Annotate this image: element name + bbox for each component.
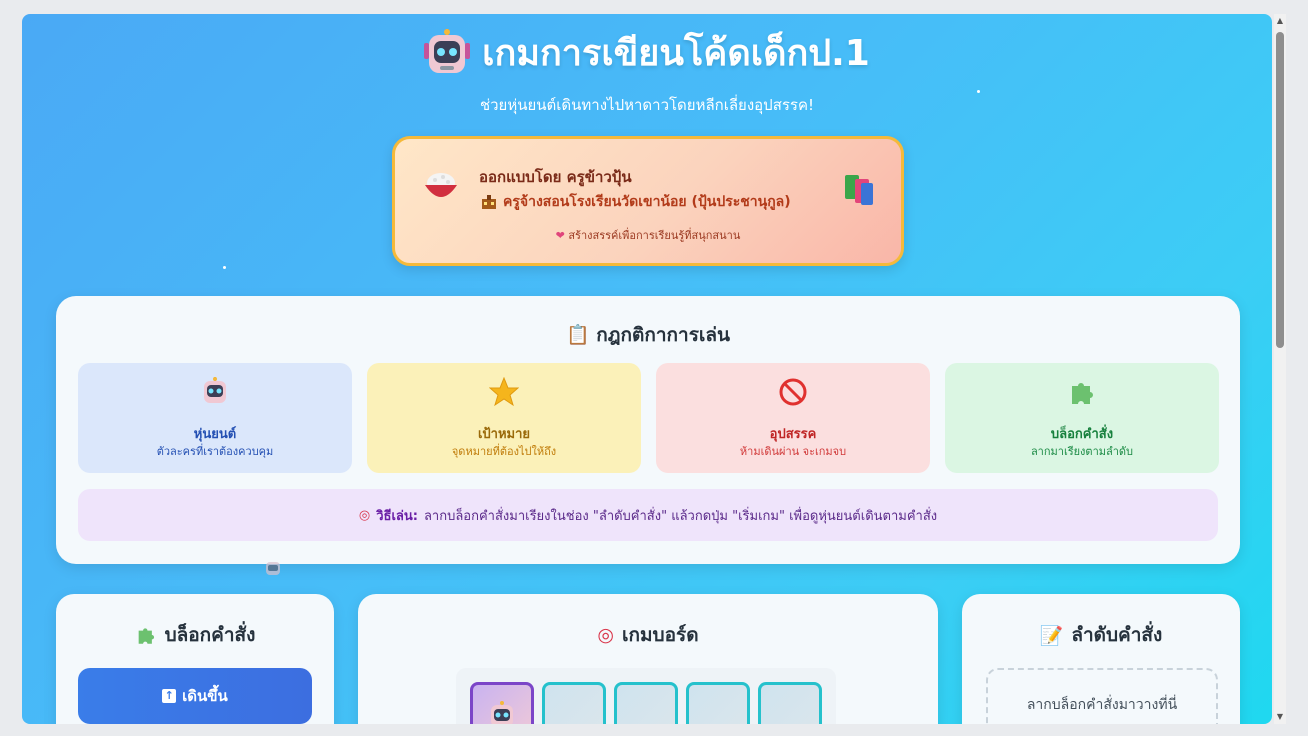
board-cell <box>542 682 606 724</box>
board-cell <box>686 682 750 724</box>
rule-name: เป้าหมาย <box>477 427 531 442</box>
blocks-panel-title-text: บล็อกคำสั่ง <box>164 624 256 646</box>
scroll-down-arrow-icon[interactable]: ▼ <box>1274 710 1286 724</box>
books-icon <box>845 175 873 205</box>
board-cell-robot <box>470 682 534 724</box>
clipboard-icon: 📋 <box>565 324 590 346</box>
tagline: ❤ สร้างสรรค์เพื่อการเรียนรู้ที่สนุกสนาน <box>395 226 901 244</box>
how-to-play: ◎ วิธีเล่น: ลากบล็อกคำสั่งมาเรียงในช่อง … <box>78 489 1218 541</box>
rule-card-blocks: บล็อกคำสั่ง ลากมาเรียงตามลำดับ <box>945 363 1219 473</box>
title-row: เกมการเขียนโค้ดเด็กป.1 <box>22 24 1272 81</box>
rule-desc: จุดหมายที่ต้องไปให้ถึง <box>451 445 557 458</box>
sequence-panel: 📝 ลำดับคำสั่ง ลากบล็อกคำสั่งมาวางที่นี่ <box>962 594 1240 724</box>
school-line: ครูจ้างสอนโรงเรียนวัดเขาน้อย (ปุ้นประชาน… <box>481 191 791 213</box>
board-panel-title-text: เกมบอร์ด <box>622 624 699 646</box>
dropzone-placeholder: ลากบล็อกคำสั่งมาวางที่นี่ <box>1026 697 1178 713</box>
heart-gift-icon: ❤ <box>555 229 565 242</box>
rule-card-goal: เป้าหมาย จุดหมายที่ต้องไปให้ถึง <box>367 363 641 473</box>
board-cell <box>614 682 678 724</box>
how-label: วิธีเล่น: <box>376 508 418 524</box>
robot-icon <box>491 701 513 724</box>
rule-card-obstacle: อุปสรรค ห้ามเดินผ่าน จะเกมจบ <box>656 363 930 473</box>
move-up-block[interactable]: ↑ เดินขึ้น <box>78 668 312 724</box>
rules-title-text: กฎกติกาการเล่น <box>596 324 731 346</box>
puzzle-icon <box>138 628 154 644</box>
credit-card: ออกแบบโดย ครูข้าวปุ้น ครูจ้างสอนโรงเรียน… <box>392 136 904 266</box>
scroll-thumb[interactable] <box>1276 32 1284 348</box>
rule-card-robot: หุ่นยนต์ ตัวละครที่เราต้องควบคุม <box>78 363 352 473</box>
board-cell <box>758 682 822 724</box>
robot-icon <box>204 377 226 403</box>
rule-desc: ตัวละครที่เราต้องควบคุม <box>156 445 274 458</box>
sequence-dropzone[interactable]: ลากบล็อกคำสั่งมาวางที่นี่ <box>986 668 1218 724</box>
rice-bowl-icon <box>425 173 457 197</box>
robot-icon <box>424 28 471 73</box>
blocks-panel: บล็อกคำสั่ง ↑ เดินขึ้น <box>56 594 334 724</box>
blocks-panel-title: บล็อกคำสั่ง <box>56 620 334 650</box>
board-panel: ◎ เกมบอร์ด <box>358 594 938 724</box>
rule-name: หุ่นยนต์ <box>193 427 237 442</box>
arrow-up-icon: ↑ <box>162 689 177 703</box>
sequence-panel-title-text: ลำดับคำสั่ง <box>1071 624 1163 646</box>
scroll-up-arrow-icon[interactable]: ▲ <box>1274 14 1286 28</box>
move-up-label: เดินขึ้น <box>182 687 228 705</box>
prohibited-icon <box>779 378 807 406</box>
target-icon: ◎ <box>358 507 371 523</box>
game-board <box>456 668 836 724</box>
rule-desc: ห้ามเดินผ่าน จะเกมจบ <box>739 445 847 458</box>
rule-desc: ลากมาเรียงตามลำดับ <box>1030 445 1134 458</box>
rule-name: อุปสรรค <box>769 427 817 442</box>
tagline-text: สร้างสรรค์เพื่อการเรียนรู้ที่สนุกสนาน <box>568 229 741 242</box>
star-icon <box>489 377 519 407</box>
sparkle <box>223 266 226 269</box>
memo-icon: 📝 <box>1039 624 1064 647</box>
rules-panel: 📋 กฎกติกาการเล่น หุ่นยนต์ ตัวละครที่เราต… <box>56 296 1240 564</box>
sequence-panel-title: 📝 ลำดับคำสั่ง <box>962 620 1240 650</box>
puzzle-icon <box>1072 383 1093 404</box>
rule-name: บล็อกคำสั่ง <box>1050 427 1114 442</box>
game-viewport: เกมการเขียนโค้ดเด็กป.1 ช่วยหุ่นยนต์เดินท… <box>22 14 1272 724</box>
rules-title: 📋 กฎกติกาการเล่น <box>56 320 1240 350</box>
how-text: ลากบล็อกคำสั่งมาเรียงในช่อง "ลำดับคำสั่ง… <box>423 508 938 524</box>
page-subtitle: ช่วยหุ่นยนต์เดินทางไปหาดาวโดยหลีกเลี่ยงอ… <box>479 96 815 114</box>
page-title: เกมการเขียนโค้ดเด็กป.1 <box>482 33 870 74</box>
school-icon <box>482 195 496 209</box>
board-panel-title: ◎ เกมบอร์ด <box>358 620 938 650</box>
target-icon: ◎ <box>597 624 615 646</box>
vertical-scrollbar[interactable]: ▲ ▼ <box>1274 14 1286 724</box>
designer-name: ออกแบบโดย ครูข้าวปุ้น <box>479 168 632 186</box>
school-name: ครูจ้างสอนโรงเรียนวัดเขาน้อย (ปุ้นประชาน… <box>503 194 791 210</box>
robot-icon <box>266 562 280 575</box>
page-header: เกมการเขียนโค้ดเด็กป.1 ช่วยหุ่นยนต์เดินท… <box>22 24 1272 117</box>
